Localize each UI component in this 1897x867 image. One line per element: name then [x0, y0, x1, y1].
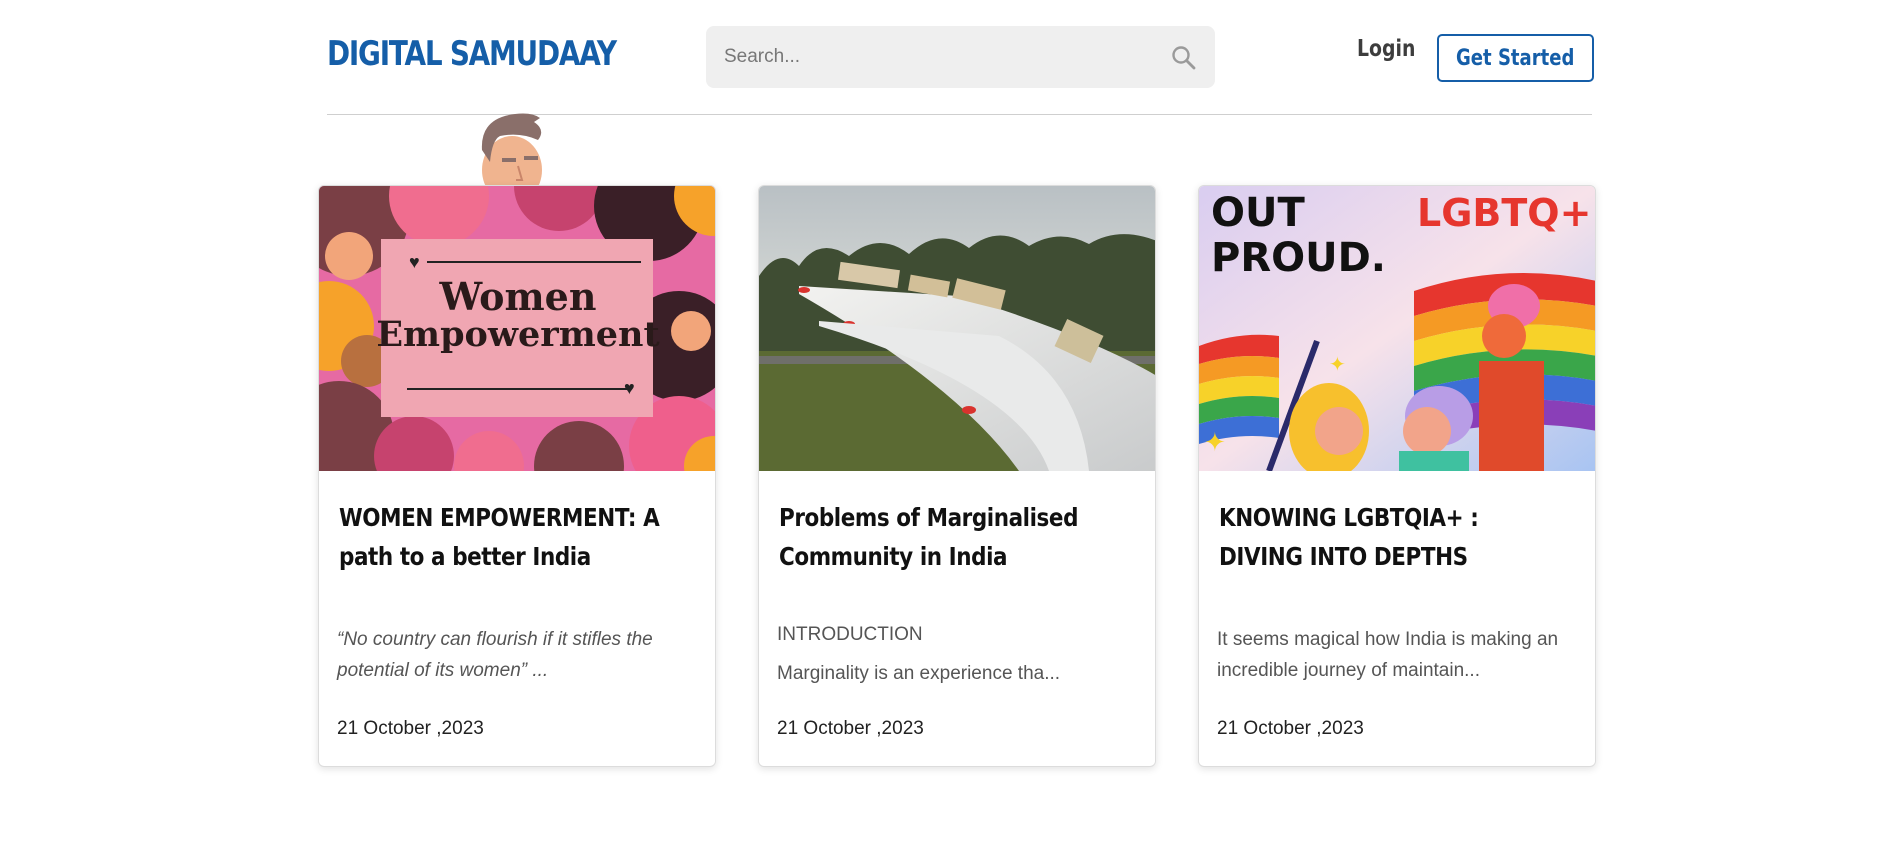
women-empowerment-illustration: Women Empowerment ♥ ♥: [319, 186, 715, 471]
article-excerpt: Marginality is an experience tha...: [777, 663, 1061, 684]
image-text-women: Women: [439, 274, 597, 319]
article-excerpt: “No country can flourish if it stifles t…: [337, 629, 653, 681]
svg-text:♥: ♥: [624, 378, 635, 398]
card-image-women-empowerment[interactable]: Women Empowerment ♥ ♥: [319, 186, 715, 471]
search-bar: [706, 26, 1215, 88]
peeking-character-illustration: [481, 113, 542, 190]
card-image-airplane-wing[interactable]: [759, 186, 1155, 471]
lgbtq-pride-illustration: OUT PROUD. LGBTQ+ ✦ ✦: [1199, 186, 1595, 471]
article-card[interactable]: Women Empowerment ♥ ♥ WOMEN EMPOWERMENT:…: [318, 185, 716, 767]
svg-text:✦: ✦: [1329, 354, 1346, 376]
site-logo[interactable]: DIGITAL SAMUDAAY: [327, 34, 617, 74]
article-date: 21 October ,2023: [1217, 718, 1364, 739]
search-input[interactable]: [724, 26, 1164, 88]
card-image-lgbtq-pride[interactable]: OUT PROUD. LGBTQ+ ✦ ✦: [1199, 186, 1595, 471]
article-date: 21 October ,2023: [777, 718, 924, 739]
get-started-button[interactable]: Get Started: [1437, 34, 1594, 82]
article-excerpt: It seems magical how India is making an …: [1217, 629, 1559, 681]
svg-text:♥: ♥: [409, 252, 420, 272]
get-started-label: Get Started: [1456, 45, 1575, 71]
article-title[interactable]: WOMEN EMPOWERMENT: A path to a better In…: [339, 498, 687, 576]
article-card[interactable]: Problems of Marginalised Community in In…: [758, 185, 1156, 767]
article-section-heading: INTRODUCTION: [777, 624, 923, 645]
article-card[interactable]: OUT PROUD. LGBTQ+ ✦ ✦ KNOWING LGBTQIA+:…: [1198, 185, 1596, 767]
image-text-empowerment: Empowerment: [376, 314, 659, 355]
site-header: DIGITAL SAMUDAAY Login Get Started: [327, 26, 1594, 116]
search-icon[interactable]: [1171, 45, 1197, 71]
article-date: 21 October ,2023: [337, 718, 484, 739]
article-title[interactable]: KNOWING LGBTQIA+ : DIVING INTO DEPTHS: [1219, 498, 1567, 576]
image-text-proud: PROUD.: [1211, 235, 1386, 281]
login-link[interactable]: Login: [1357, 36, 1415, 62]
image-text-out: OUT: [1211, 190, 1305, 236]
svg-text:✦: ✦: [1204, 427, 1226, 457]
article-title[interactable]: Problems of Marginalised Community in In…: [779, 498, 1127, 576]
airplane-wing-photo: [759, 186, 1155, 471]
image-text-lgbtq: LGBTQ+: [1417, 191, 1591, 235]
